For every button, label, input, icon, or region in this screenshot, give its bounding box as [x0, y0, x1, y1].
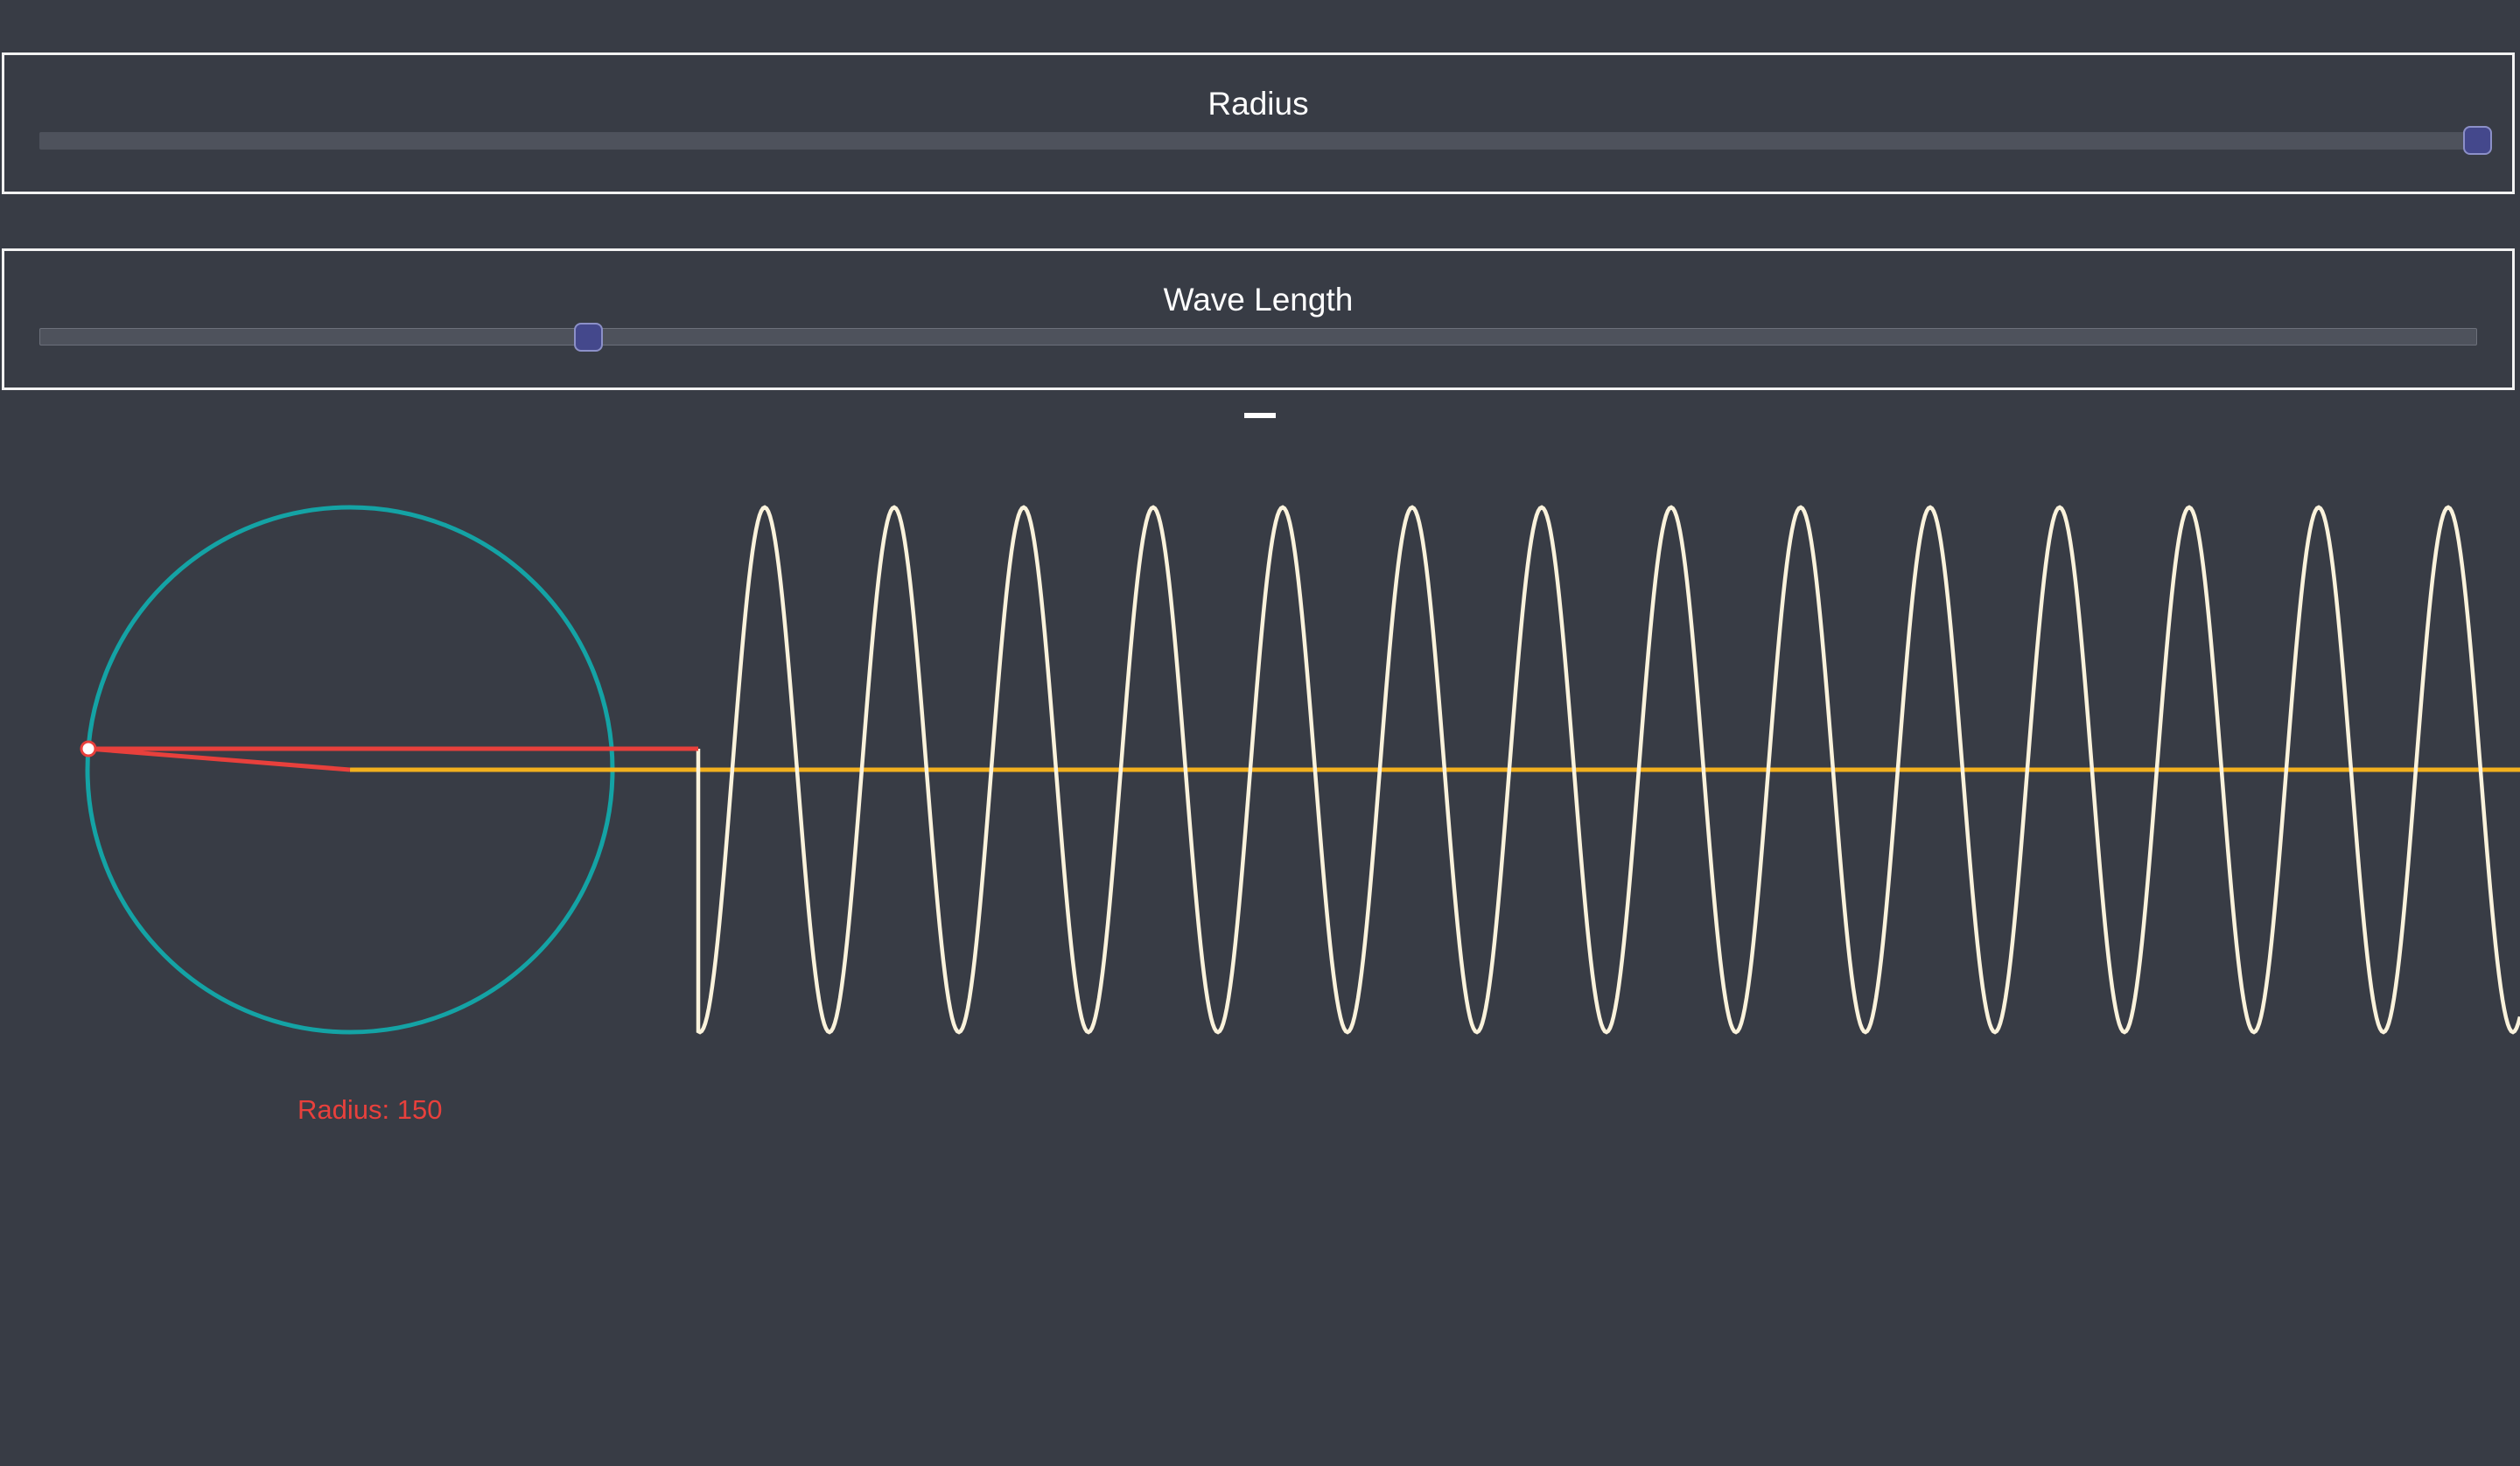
radius-value-label: Radius: 150 [298, 1094, 443, 1125]
wave-visualization [80, 505, 2520, 1035]
radius-endpoint [80, 740, 97, 757]
radius-line [88, 746, 351, 772]
